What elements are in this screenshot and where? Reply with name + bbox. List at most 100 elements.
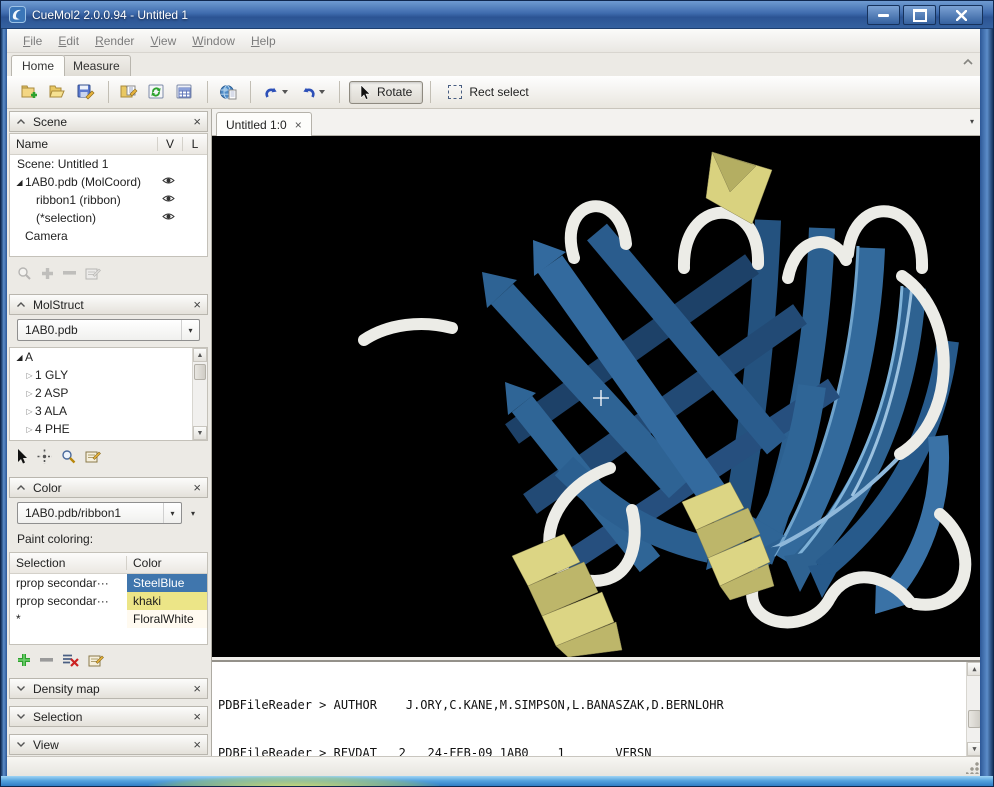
center-view-icon[interactable] [37,449,52,464]
tree-collapsed-icon[interactable]: ▷ [24,389,35,398]
chevron-down-icon[interactable]: ▾ [181,320,199,340]
log-console[interactable]: PDBFileReader > AUTHOR J.ORY,C.KANE,M.SI… [212,660,982,756]
tree-label: ribbon1 (ribbon) [36,193,121,207]
titlebar[interactable]: CueMol2 2.0.0.94 - Untitled 1 [1,1,994,29]
list-item-residue[interactable]: ▷ 1 GLY [10,366,207,384]
tab-overflow-caret-icon[interactable]: ▾ [970,117,974,126]
collapse-chevron-icon[interactable] [16,301,26,308]
tree-collapsed-icon[interactable]: ▷ [24,371,35,380]
expand-chevron-icon[interactable] [16,741,26,748]
data-table-button[interactable] [172,80,197,105]
paint-row-steelblue[interactable]: rprop secondar··· SteelBlue [10,574,207,592]
network-pdb-button[interactable] [215,80,240,105]
menu-file[interactable]: File [15,31,50,51]
rotate-tool-button[interactable]: Rotate [349,81,423,104]
window-frame-left [1,27,7,786]
zoom-icon[interactable] [61,449,76,464]
menu-view[interactable]: View [142,31,184,51]
tree-row-camera[interactable]: Camera [10,227,207,245]
paint-color-table: Selection Color rprop secondar··· SteelB… [9,552,208,645]
properties-icon[interactable] [88,653,104,667]
reload-file-button[interactable] [144,80,169,105]
zoom-icon[interactable] [17,266,32,281]
tree-collapsed-icon[interactable]: ▷ [24,425,35,434]
list-item-label: A [25,350,33,364]
ribbon-collapse-button[interactable] [962,58,974,66]
resize-grip[interactable] [966,761,979,774]
molstruct-dropdown[interactable]: 1AB0.pdb ▾ [17,319,200,341]
undo-button[interactable] [258,80,292,105]
paint-row-khaki[interactable]: rprop secondar··· khaki [10,592,207,610]
viewport-tab-close-icon[interactable]: × [295,118,302,132]
molecule-viewport[interactable] [212,136,982,657]
redo-button[interactable] [295,80,329,105]
tab-home[interactable]: Home [11,55,65,77]
list-item-residue[interactable]: ▷ 3 ALA [10,402,207,420]
collapse-chevron-icon[interactable] [16,484,26,491]
tab-measure[interactable]: Measure [62,55,131,76]
color-panel-close-icon[interactable]: × [193,481,201,494]
density-map-close-icon[interactable]: × [193,682,201,695]
tree-row-selection[interactable]: (*selection) [10,209,207,227]
expand-chevron-icon[interactable] [16,713,26,720]
reload-icon [148,84,165,100]
select-cursor-icon[interactable] [17,449,28,464]
scene-panel-close-icon[interactable]: × [193,115,201,128]
tree-row-ribbon1[interactable]: ribbon1 (ribbon) [10,191,207,209]
molstruct-panel-close-icon[interactable]: × [193,298,201,311]
viewport-tab[interactable]: Untitled 1:0 × [216,112,312,136]
list-item-chain-a[interactable]: ◢ A [10,348,207,366]
menu-help[interactable]: Help [243,31,284,51]
list-item-residue[interactable]: ▷ 2 ASP [10,384,207,402]
scene-tree: Name V L Scene: Untitled 1 ◢ 1AB0.pdb (M… [9,133,208,257]
paint-row-floralwhite[interactable]: * FloralWhite [10,610,207,628]
tree-row-scene[interactable]: Scene: Untitled 1 [10,155,207,173]
density-map-panel-title: Density map [33,682,186,696]
minimize-button[interactable] [867,5,900,25]
paint-selection: rprop secondar··· [10,574,127,592]
menu-window[interactable]: Window [184,31,243,51]
window-title: CueMol2 2.0.0.94 - Untitled 1 [32,8,188,22]
scroll-up-icon[interactable]: ▲ [193,348,207,362]
list-item-residue[interactable]: ▷ 4 PHE [10,420,207,438]
tree-row-molcoord[interactable]: ◢ 1AB0.pdb (MolCoord) [10,173,207,191]
tree-expanded-icon[interactable]: ◢ [14,178,25,187]
scrollbar-thumb[interactable] [194,364,206,380]
toolbar-separator [430,81,431,103]
chevron-down-icon[interactable]: ▾ [163,503,181,523]
expand-chevron-icon[interactable] [16,685,26,692]
color-extra-dropdown-icon[interactable]: ▾ [191,509,195,518]
collapse-chevron-icon[interactable] [16,118,26,125]
save-scene-button[interactable] [73,80,98,105]
paint-selection: rprop secondar··· [10,592,127,610]
add-icon[interactable] [17,653,31,667]
close-button[interactable] [939,5,983,25]
new-scene-button[interactable] [17,80,42,105]
menu-edit[interactable]: Edit [50,31,87,51]
open-scene-button[interactable] [45,80,70,105]
paint-table-header: Selection Color [10,553,207,574]
open-file-button[interactable] [116,80,141,105]
clear-list-icon[interactable] [62,653,79,667]
visibility-eye-icon[interactable] [162,194,175,203]
view-close-icon[interactable]: × [193,738,201,751]
scroll-down-icon[interactable]: ▼ [193,426,207,440]
properties-icon[interactable] [85,266,101,280]
properties-icon[interactable] [85,449,101,463]
visibility-eye-icon[interactable] [162,176,175,185]
color-target-dropdown[interactable]: 1AB0.pdb/ribbon1 ▾ [17,502,182,524]
undo-icon [263,85,280,100]
remove-icon[interactable] [40,657,53,663]
viewport-tab-label: Untitled 1:0 [226,118,287,132]
add-icon[interactable] [41,267,54,280]
tree-expanded-icon[interactable]: ◢ [14,353,25,362]
remove-icon[interactable] [63,270,76,276]
molstruct-scrollbar[interactable]: ▲ ▼ [192,348,207,440]
visibility-eye-icon[interactable] [162,212,175,221]
menu-render[interactable]: Render [87,31,142,51]
rect-select-tool-button[interactable]: Rect select [438,82,538,102]
tree-collapsed-icon[interactable]: ▷ [24,407,35,416]
selection-close-icon[interactable]: × [193,710,201,723]
maximize-button[interactable] [903,5,936,25]
color-dropdown-value: 1AB0.pdb/ribbon1 [25,506,163,520]
